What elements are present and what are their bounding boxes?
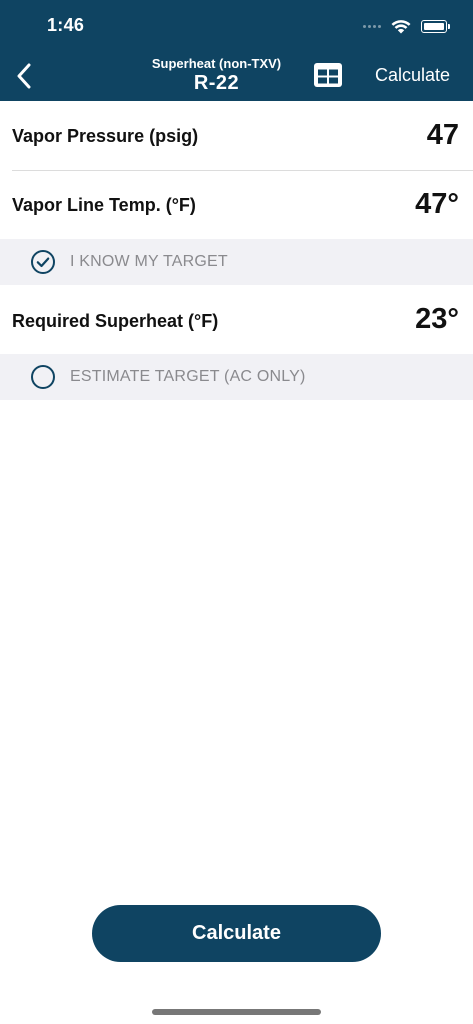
option-know-target-label: I KNOW MY TARGET xyxy=(70,253,228,270)
option-know-target[interactable]: I KNOW MY TARGET xyxy=(0,239,473,285)
battery-icon xyxy=(421,19,450,33)
superheat-screen: 1:46 Superheat (non-TXV) R-22 Calculate … xyxy=(0,0,473,1024)
cellular-icon xyxy=(363,24,381,28)
option-estimate-target-label: ESTIMATE TARGET (AC ONLY) xyxy=(70,368,306,385)
required-superheat-label: Required Superheat (°F) xyxy=(12,311,219,331)
empty-circle-icon xyxy=(31,365,55,389)
vapor-line-temp-label: Vapor Line Temp. (°F) xyxy=(12,195,196,215)
nav-header: 1:46 Superheat (non-TXV) R-22 Calculate xyxy=(0,0,473,101)
vapor-line-temp-value[interactable]: 47° xyxy=(415,188,459,221)
vapor-pressure-value[interactable]: 47 xyxy=(427,119,459,152)
status-icons xyxy=(363,15,450,37)
calculate-button[interactable]: Calculate xyxy=(92,905,381,962)
table-view-button[interactable] xyxy=(313,62,343,88)
required-superheat-row[interactable]: Required Superheat (°F) 23° xyxy=(0,285,473,354)
vapor-line-temp-row[interactable]: Vapor Line Temp. (°F) 47° xyxy=(0,171,473,239)
required-superheat-value[interactable]: 23° xyxy=(415,303,459,336)
wifi-icon xyxy=(391,19,411,33)
table-grid-icon xyxy=(314,63,342,87)
status-time: 1:46 xyxy=(47,15,85,35)
option-estimate-target[interactable]: ESTIMATE TARGET (AC ONLY) xyxy=(0,354,473,400)
calculate-link[interactable]: Calculate xyxy=(375,65,450,86)
nav-subtitle: Superheat (non-TXV) xyxy=(151,56,282,71)
vapor-pressure-row[interactable]: Vapor Pressure (psig) 47 xyxy=(0,101,473,170)
vapor-pressure-label: Vapor Pressure (psig) xyxy=(12,126,199,146)
nav-title: R-22 xyxy=(193,72,240,94)
home-indicator xyxy=(152,1009,321,1015)
check-circle-icon xyxy=(31,250,55,274)
